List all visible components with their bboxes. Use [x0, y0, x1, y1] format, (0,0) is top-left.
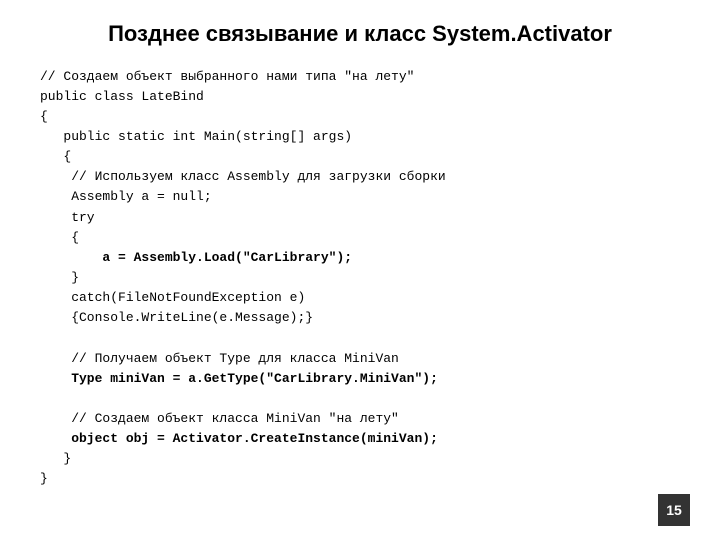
code-line: Assembly a = null;: [40, 187, 680, 207]
code-line: {Console.WriteLine(e.Message);}: [40, 308, 680, 328]
code-line: {: [40, 228, 680, 248]
slide-container: Позднее связывание и класс System.Activa…: [0, 0, 720, 540]
code-line: }: [40, 449, 680, 469]
code-line: // Используем класс Assembly для загрузк…: [40, 167, 680, 187]
code-line: {: [40, 107, 680, 127]
code-line: Type miniVan = a.GetType("CarLibrary.Min…: [40, 369, 680, 389]
code-line: try: [40, 208, 680, 228]
code-line: // Получаем объект Type для класса MiniV…: [40, 349, 680, 369]
code-line: catch(FileNotFoundException e): [40, 288, 680, 308]
code-line: // Создаем объект выбранного нами типа "…: [40, 67, 680, 87]
code-block: // Создаем объект выбранного нами типа "…: [40, 67, 680, 510]
code-line: public static int Main(string[] args): [40, 127, 680, 147]
code-line: a = Assembly.Load("CarLibrary");: [40, 248, 680, 268]
code-line: public class LateBind: [40, 87, 680, 107]
code-line: }: [40, 469, 680, 489]
code-line: // Создаем объект класса MiniVan "на лет…: [40, 409, 680, 429]
code-line: }: [40, 268, 680, 288]
slide-title: Позднее связывание и класс System.Activa…: [40, 20, 680, 49]
code-line: [40, 328, 680, 348]
page-number: 15: [658, 494, 690, 526]
code-line: {: [40, 147, 680, 167]
code-line: [40, 389, 680, 409]
code-line: object obj = Activator.CreateInstance(mi…: [40, 429, 680, 449]
